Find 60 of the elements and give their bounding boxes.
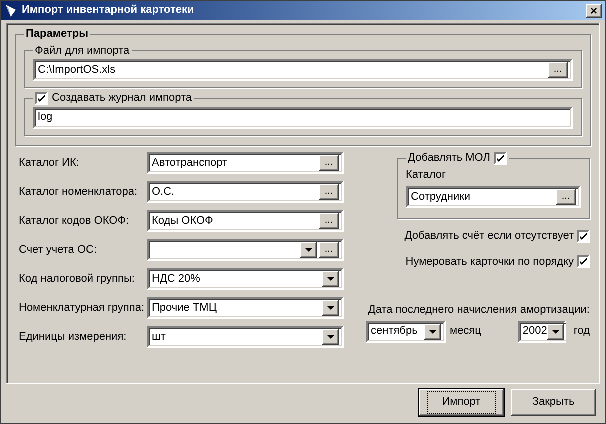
field-label: месяц [450,324,482,340]
dropdown-button[interactable] [300,242,317,258]
field-label: год [574,324,590,340]
browse-button[interactable]: ... [319,184,339,200]
dialog-button[interactable]: Импорт [419,389,504,416]
browse-button[interactable]: ... [319,155,339,171]
checkbox-label: Добавлять счёт если отсутствует [404,229,574,244]
caret-icon [304,248,312,252]
input-field[interactable]: шт [147,326,344,348]
dropdown-button[interactable] [547,324,564,340]
browse-button[interactable]: ... [319,242,339,258]
browse-button[interactable]: ... [556,189,576,205]
input-field[interactable]: НДС 20% [147,268,344,290]
caret-icon [326,335,334,339]
field-label: Каталог ИК: [19,156,80,171]
field-label: Номенклатурная группа: [19,300,146,316]
dropdown-button[interactable] [424,324,441,340]
checkmark-icon [580,258,587,266]
checkmark-icon [580,232,587,240]
browse-button[interactable]: ... [548,62,568,78]
field-label: Код налоговой группы: [19,272,136,287]
caret-icon [326,306,334,310]
dropdown-button[interactable] [322,271,339,287]
input-field[interactable]: log [33,106,573,128]
checkbox[interactable] [35,92,48,105]
caret-icon [552,330,560,334]
field-label: Каталог [406,168,447,182]
checkbox-label: Добавлять МОЛ [408,151,490,166]
caret-icon [326,277,334,281]
group-title: Параметры [25,27,90,42]
dropdown-button[interactable] [322,329,339,345]
app-icon [4,4,18,18]
field-label: Счет учета ОС: [19,242,98,258]
checkbox[interactable] [577,230,590,243]
input-field[interactable]: О.С. ... [147,181,344,203]
field-label: Единицы измерения: [19,330,128,345]
checkbox-label: Нумеровать карточки по порядку [406,254,574,270]
input-field[interactable]: сентябрь [366,320,446,342]
input-field[interactable]: C:\ImportOS.xls ... [33,59,573,81]
input-field[interactable]: 2002 [518,320,566,342]
checkbox[interactable] [577,255,590,268]
checkmark-icon [38,94,45,102]
checkmark-icon [497,154,504,162]
checkbox-label: Создавать журнал импорта [52,91,192,106]
input-field[interactable]: Коды ОКОФ ... [147,210,344,232]
input-field[interactable]: Автотранспорт ... [147,152,344,174]
input-field[interactable]: Сотрудники ... [406,186,581,208]
group-title: Файл для импорта [34,44,131,58]
dropdown-button[interactable] [322,300,339,316]
field-label: Каталог номенклатора: [19,184,139,200]
checkbox[interactable] [494,152,508,165]
input-field[interactable]: Прочие ТМЦ [147,297,344,319]
input-field[interactable]: ... [147,239,344,261]
field-label: Дата последнего начисления амортизации: [368,303,590,318]
caret-icon [428,330,436,334]
field-label: Каталог кодов ОКОФ: [19,214,130,229]
close-button[interactable]: × [586,4,602,18]
browse-button[interactable]: ... [319,213,339,229]
window-title: Импорт инвентарной картотеки [22,3,196,18]
dialog-button[interactable]: Закрыть [511,389,596,416]
